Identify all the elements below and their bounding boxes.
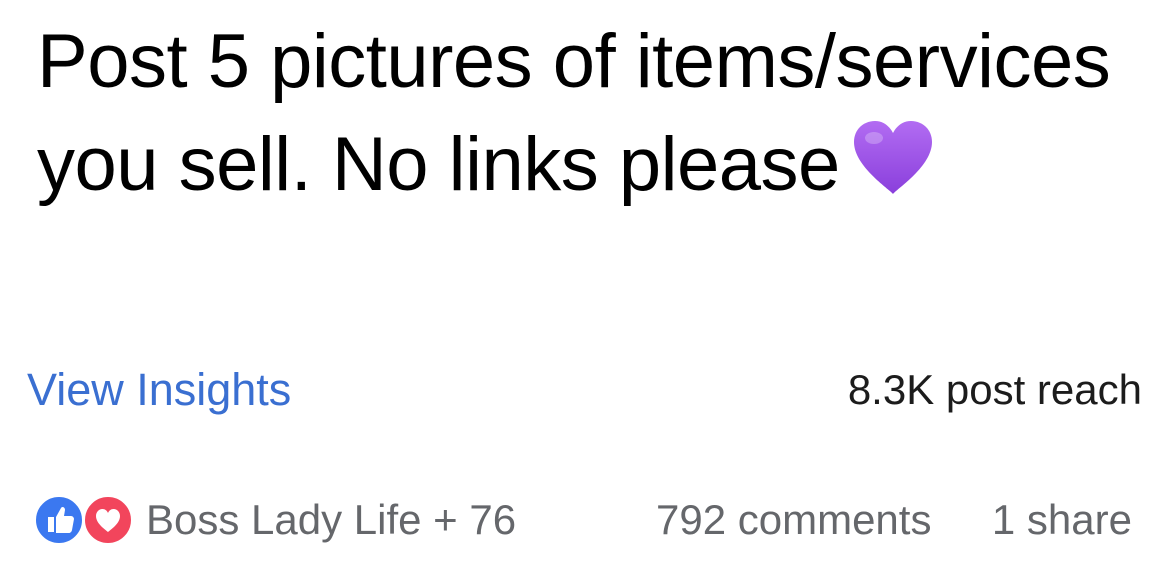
reactors-label[interactable]: Boss Lady Life + 76 — [146, 490, 516, 550]
post-text: Post 5 pictures of items/services you se… — [37, 19, 1111, 207]
comments-count[interactable]: 792 comments — [656, 490, 931, 550]
shares-count[interactable]: 1 share — [992, 490, 1132, 550]
love-icon — [82, 494, 134, 546]
view-insights-link[interactable]: View Insights — [27, 358, 291, 422]
like-icon — [33, 494, 85, 546]
purple-heart-icon — [852, 119, 934, 222]
insights-row: View Insights 8.3K post reach — [0, 358, 1170, 422]
post-text-container: Post 5 pictures of items/services you se… — [37, 10, 1137, 222]
post-reach-count: 8.3K post reach — [847, 366, 1142, 413]
engagement-bar: Boss Lady Life + 76 792 comments 1 share — [0, 490, 1170, 550]
reactions-summary[interactable] — [33, 494, 136, 546]
